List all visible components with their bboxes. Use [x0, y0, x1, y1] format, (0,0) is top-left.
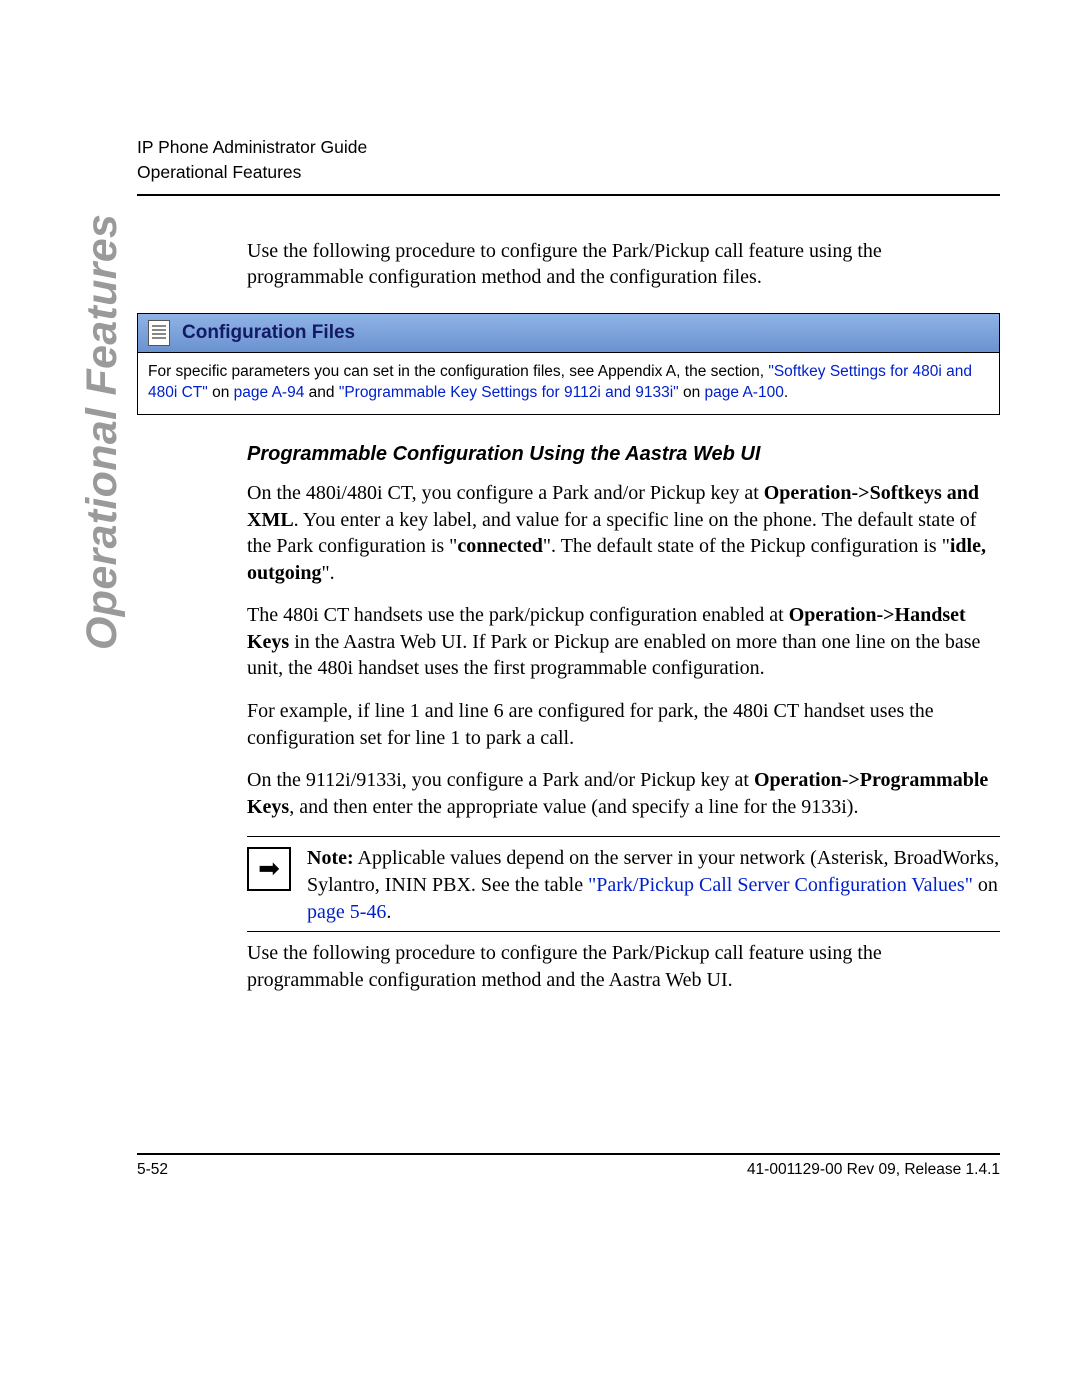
config-body-text: For specific parameters you can set in t… [148, 363, 768, 380]
intro-paragraph: Use the following procedure to configure… [247, 238, 1000, 291]
header-line-2: Operational Features [137, 160, 1000, 185]
footer: 5-52 41-001129-00 Rev 09, Release 1.4.1 [137, 1153, 1000, 1179]
park-pickup-values-link[interactable]: "Park/Pickup Call Server Configuration V… [588, 874, 973, 896]
p1-d: connected [457, 535, 543, 557]
doc-revision: 41-001129-00 Rev 09, Release 1.4.1 [747, 1161, 1000, 1179]
note-on: on [973, 874, 998, 896]
note-bottom-rule [247, 931, 1000, 932]
section-side-tab: Operational Features [78, 214, 127, 650]
p2-c: in the Aastra Web UI. If Park or Pickup … [247, 631, 980, 680]
arrow-right-icon: ➡ [247, 847, 291, 891]
and-text: and [304, 384, 338, 401]
paragraph-1: On the 480i/480i CT, you configure a Par… [247, 480, 1000, 586]
config-tail: . [784, 384, 788, 401]
configuration-files-box: Configuration Files For specific paramet… [137, 313, 1000, 415]
content-area: Use the following procedure to configure… [137, 238, 1000, 994]
paragraph-5: Use the following procedure to configure… [247, 940, 1000, 993]
on-text-1: on [208, 384, 234, 401]
header-line-1: IP Phone Administrator Guide [137, 135, 1000, 160]
p1-e: ". The default state of the Pickup confi… [543, 535, 950, 557]
configuration-files-body: For specific parameters you can set in t… [138, 353, 999, 414]
p4-c: , and then enter the appropriate value (… [289, 796, 858, 818]
p1-g: ". [321, 562, 334, 584]
page-a100-link[interactable]: page A-100 [705, 384, 784, 401]
configuration-files-title: Configuration Files [182, 322, 355, 344]
note-block: ➡ Note: Applicable values depend on the … [247, 845, 1000, 925]
header-rule [137, 194, 1000, 196]
page-number: 5-52 [137, 1161, 168, 1179]
running-header: IP Phone Administrator Guide Operational… [100, 135, 1000, 186]
note-text: Note: Applicable values depend on the se… [307, 845, 1000, 925]
document-icon [148, 320, 170, 346]
page-5-46-link[interactable]: page 5-46 [307, 901, 386, 923]
note-tail: . [386, 901, 391, 923]
on-text-2: on [679, 384, 705, 401]
p2-a: The 480i CT handsets use the park/pickup… [247, 604, 789, 626]
configuration-files-header: Configuration Files [138, 314, 999, 353]
p4-a: On the 9112i/9133i, you configure a Park… [247, 769, 754, 791]
note-label: Note: [307, 847, 354, 869]
footer-rule [137, 1153, 1000, 1155]
page-a94-link[interactable]: page A-94 [234, 384, 305, 401]
programmable-key-settings-link[interactable]: "Programmable Key Settings for 9112i and… [339, 384, 679, 401]
paragraph-2: The 480i CT handsets use the park/pickup… [247, 602, 1000, 682]
paragraph-3: For example, if line 1 and line 6 are co… [247, 698, 1000, 751]
p1-a: On the 480i/480i CT, you configure a Par… [247, 482, 764, 504]
note-top-rule [247, 836, 1000, 837]
paragraph-4: On the 9112i/9133i, you configure a Park… [247, 767, 1000, 820]
page: IP Phone Administrator Guide Operational… [0, 0, 1080, 1239]
subheading: Programmable Configuration Using the Aas… [247, 443, 1000, 466]
footer-line: 5-52 41-001129-00 Rev 09, Release 1.4.1 [137, 1161, 1000, 1179]
